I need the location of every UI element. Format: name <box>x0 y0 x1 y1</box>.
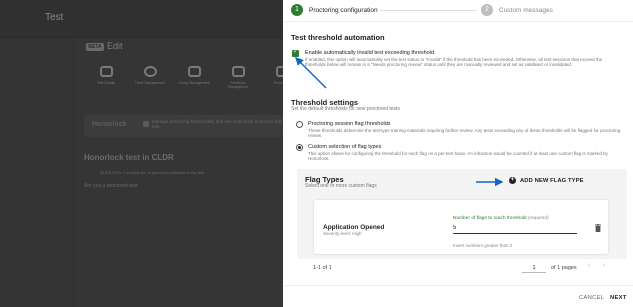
session-flag-thresholds-description: These thresholds determine the test-type… <box>308 128 621 139</box>
background-warning: QUESTION: Complete list of questions ava… <box>100 170 205 175</box>
checklist-icon <box>231 66 245 77</box>
flag-type-card: Application Opened Severity level: High … <box>314 200 608 254</box>
flag-type-severity: Severity level: High <box>323 231 362 236</box>
stepper: 1 Proctoring configuration 2 Custom mess… <box>283 0 633 22</box>
step-proctoring-configuration[interactable]: 1 Proctoring configuration <box>291 4 378 16</box>
auto-invalidate-label: Enable automatically invalid test exceed… <box>305 50 435 56</box>
custom-flag-types-description: This option allows for configuring the t… <box>308 151 608 162</box>
edit-icon <box>187 66 201 77</box>
auto-invalidate-description: If enabled, this option will automatical… <box>305 57 603 68</box>
background-app-title: Test <box>45 12 64 23</box>
background-edit-label: Edit <box>107 41 123 51</box>
background-section-title: Honorlock test in CLDR <box>84 153 174 162</box>
menu-icon <box>99 66 113 77</box>
flag-types-subtitle: Select one or more custom flags <box>305 183 377 189</box>
auto-invalidate-checkbox[interactable] <box>292 48 299 57</box>
background-panel-text: Manage proctoring functionality and use … <box>152 119 282 129</box>
threshold-field-help: Insert numbers greater than 0 <box>453 243 513 248</box>
next-button[interactable]: NEXT <box>610 295 627 301</box>
automation-title: Test threshold automation <box>291 33 385 42</box>
clock-icon <box>143 66 157 77</box>
pagination-range: 1-1 of 1 <box>313 265 332 271</box>
background-row: Are you a proctored test <box>84 183 138 189</box>
pagination-of-pages: of 1 pages <box>551 265 577 271</box>
radio-custom-flag-types[interactable] <box>296 144 303 151</box>
previous-page-button[interactable]: ‹ <box>588 262 590 269</box>
custom-flag-types-label: Custom selection of flag types <box>308 144 382 150</box>
session-flag-thresholds-label: Proctoring session flag thresholds <box>308 121 391 127</box>
step-custom-messages[interactable]: 2 Custom messages <box>481 4 553 16</box>
cancel-button[interactable]: CANCEL <box>579 295 604 301</box>
step-connector <box>380 10 477 11</box>
background-tile: Feedback Management <box>220 62 256 96</box>
add-new-flag-type-button[interactable]: + ADD NEW FLAG TYPE <box>509 177 584 184</box>
flag-type-name: Application Opened <box>323 224 385 231</box>
step-number: 2 <box>481 4 493 16</box>
required-label: (required) <box>527 216 549 221</box>
step-label: Proctoring configuration <box>309 6 378 14</box>
plus-icon: + <box>509 177 516 184</box>
background-tile: Test Details <box>88 62 124 96</box>
flag-threshold-input[interactable] <box>453 222 577 234</box>
step-label: Custom messages <box>499 6 553 14</box>
radio-session-flag-thresholds[interactable] <box>296 121 303 128</box>
background-tile: Group Management <box>176 62 212 96</box>
background-tile-row: Test Details Timer Management Group Mana… <box>88 62 300 96</box>
background-sidebar <box>0 38 76 307</box>
background-beta-badge: BETA <box>86 43 104 51</box>
threshold-subtitle: Set the default thresholds for new proct… <box>291 106 400 112</box>
next-page-button[interactable]: › <box>603 262 605 269</box>
add-new-flag-type-label: ADD NEW FLAG TYPE <box>520 177 584 184</box>
background-tile: Timer Management <box>132 62 168 96</box>
background-panel-title: Honorlock <box>92 121 127 128</box>
page-number-input[interactable] <box>522 263 546 273</box>
trash-icon[interactable] <box>595 224 601 232</box>
background-panel-checkbox <box>143 121 149 127</box>
threshold-field-label: Number of flags to reach threshold (requ… <box>453 216 549 221</box>
step-number: 1 <box>291 4 303 16</box>
proctoring-config-panel: 1 Proctoring configuration 2 Custom mess… <box>283 0 633 307</box>
